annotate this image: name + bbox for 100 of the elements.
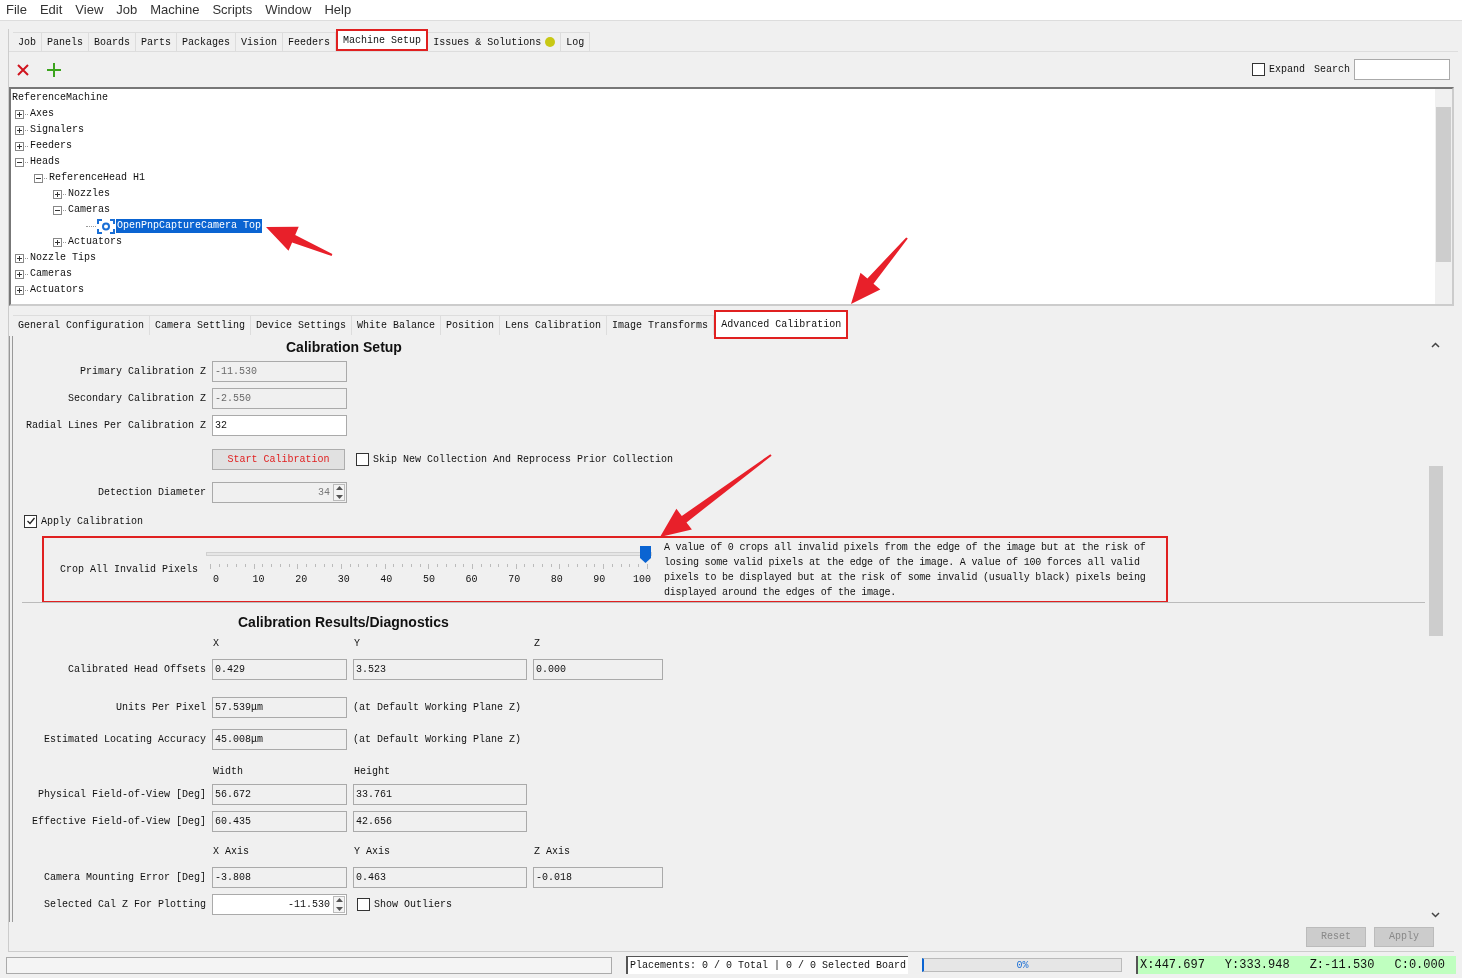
expand-icon[interactable] xyxy=(15,285,24,295)
tick-label: 100 xyxy=(631,573,652,587)
expand-icon[interactable] xyxy=(15,269,24,279)
column-header: Y xyxy=(353,636,361,651)
tab[interactable]: White Balance xyxy=(352,315,442,335)
progress-label: 0% xyxy=(1015,959,1030,971)
menu-item[interactable]: Scripts xyxy=(212,0,253,20)
expand-icon[interactable] xyxy=(53,237,62,247)
tab[interactable]: Log xyxy=(561,32,591,51)
menu-item[interactable]: File xyxy=(6,0,27,20)
input-field[interactable]: 42.656 xyxy=(353,811,527,832)
checkbox[interactable] xyxy=(24,514,37,528)
checkbox[interactable] xyxy=(356,452,369,466)
tab[interactable]: Issues & Solutions xyxy=(428,32,562,51)
expand-icon[interactable] xyxy=(15,125,24,135)
input-field[interactable]: -3.808 xyxy=(212,866,347,888)
collapse-icon[interactable] xyxy=(53,205,62,215)
column-header: Z Axis xyxy=(533,844,571,859)
collapse-icon[interactable] xyxy=(34,173,43,183)
placements-status: Placements: 0 / 0 Total | 0 / 0 Selected Board xyxy=(626,956,909,974)
menu-item[interactable]: View xyxy=(75,0,104,20)
input-field[interactable]: 45.008μm xyxy=(212,728,347,750)
tab[interactable]: Packages xyxy=(177,32,237,51)
slider-thumb[interactable] xyxy=(640,546,651,563)
tab[interactable]: Lens Calibration xyxy=(500,315,608,335)
tab[interactable]: Camera Settling xyxy=(150,315,252,335)
scroll-down-icon[interactable] xyxy=(1431,912,1440,918)
tab[interactable]: Advanced Calibration xyxy=(714,310,849,339)
tree-item[interactable]: Actuators xyxy=(67,235,123,249)
input-field[interactable]: 3.523 xyxy=(353,658,527,680)
input-field[interactable]: 60.435 xyxy=(212,811,347,832)
tab[interactable]: Image Transforms xyxy=(607,315,715,335)
tree-item[interactable]: Cameras xyxy=(29,267,73,281)
tick-label: 50 xyxy=(421,573,436,587)
tree-item[interactable]: Feeders xyxy=(29,139,73,153)
add-icon[interactable] xyxy=(47,62,61,77)
tree-item[interactable]: ReferenceMachine xyxy=(11,91,109,105)
menu-item[interactable]: Machine xyxy=(150,0,200,20)
input-field[interactable]: 33.761 xyxy=(353,784,527,805)
menu-item[interactable]: Job xyxy=(116,0,138,20)
menu-item[interactable]: Window xyxy=(265,0,312,20)
close-icon[interactable] xyxy=(17,63,29,76)
tab[interactable]: Vision xyxy=(236,32,284,51)
input-field[interactable]: 0.429 xyxy=(212,658,347,680)
coordinate-readout: C:0.000 xyxy=(1394,957,1445,974)
number-spinner[interactable]: -11.530 xyxy=(212,893,347,915)
tree-item[interactable]: Axes xyxy=(29,107,55,121)
tree-item[interactable]: Actuators xyxy=(29,283,85,297)
tab[interactable]: Feeders xyxy=(283,32,337,51)
input-field[interactable]: -0.018 xyxy=(533,866,663,888)
slider-track[interactable] xyxy=(206,546,652,563)
annotation-arrow xyxy=(266,226,333,256)
field-label: Units Per Pixel xyxy=(115,700,206,715)
checkbox-label: Apply Calibration xyxy=(41,514,144,529)
tab[interactable]: General Configuration xyxy=(13,315,151,335)
collapse-icon[interactable] xyxy=(15,157,24,167)
tab[interactable]: Parts xyxy=(136,32,178,51)
tree-item[interactable]: Cameras xyxy=(67,203,111,217)
field-label: Detection Diameter xyxy=(96,486,206,500)
tab[interactable]: Boards xyxy=(89,32,137,51)
tree-item[interactable]: Heads xyxy=(29,155,61,169)
tab[interactable]: Position xyxy=(441,315,501,335)
tab[interactable]: Machine Setup xyxy=(336,29,429,51)
tree-item[interactable]: Signalers xyxy=(29,123,85,137)
tree-item[interactable]: OpenPnpCaptureCamera Top xyxy=(116,219,263,233)
note-text: (at Default Working Plane Z) xyxy=(353,732,523,747)
tab[interactable]: Panels xyxy=(42,32,90,51)
input-field[interactable]: 0.000 xyxy=(533,658,663,680)
menu-item[interactable]: Help xyxy=(324,0,352,20)
field-label: Effective Field-of-View [Deg] xyxy=(30,815,206,829)
tree-item[interactable]: Nozzles xyxy=(67,187,111,201)
scroll-up-icon[interactable] xyxy=(1431,342,1440,348)
description-text: A value of 0 crops all invalid pixels from the edge of the image but at the risk of losing some valid pixels at the edge of the image. A value of 100 forces all valid pixels to be displayed but at the risk of some invalid (usually black) pixels being displayed around the edges of the image. xyxy=(664,540,1147,600)
tree-item[interactable]: ReferenceHead H1 xyxy=(48,171,146,185)
tab[interactable]: Device Settings xyxy=(251,315,353,335)
input-field[interactable]: 57.539μm xyxy=(212,696,347,718)
scrollbar[interactable] xyxy=(1435,89,1452,304)
expand-icon[interactable] xyxy=(15,141,24,151)
input-field[interactable]: 0.463 xyxy=(353,866,527,888)
input-field[interactable]: 32 xyxy=(212,415,347,436)
field-label: Camera Mounting Error [Deg] xyxy=(42,870,206,885)
field-label: Secondary Calibration Z xyxy=(66,392,206,406)
note-text: (at Default Working Plane Z) xyxy=(353,700,523,715)
tick-label: 80 xyxy=(549,573,564,587)
tab[interactable]: Job xyxy=(13,32,42,51)
scrollbar-thumb[interactable] xyxy=(1428,466,1443,636)
expand-icon[interactable] xyxy=(15,109,24,119)
menu-item[interactable]: Edit xyxy=(39,0,63,20)
start-calibration-button[interactable]: Start Calibration xyxy=(212,448,345,470)
input-field[interactable]: 56.672 xyxy=(212,784,347,805)
checkbox[interactable] xyxy=(357,897,370,911)
checkbox[interactable] xyxy=(1251,63,1265,76)
field-label: Selected Cal Z For Plotting xyxy=(42,897,206,912)
tick-label: 40 xyxy=(379,573,394,587)
annotation-arrow xyxy=(851,237,908,304)
spinner-arrows-icon[interactable] xyxy=(333,895,345,913)
search-field[interactable] xyxy=(1354,59,1450,80)
expand-icon[interactable] xyxy=(53,189,62,199)
tree-item[interactable]: Nozzle Tips xyxy=(29,251,97,265)
expand-icon[interactable] xyxy=(15,253,24,263)
